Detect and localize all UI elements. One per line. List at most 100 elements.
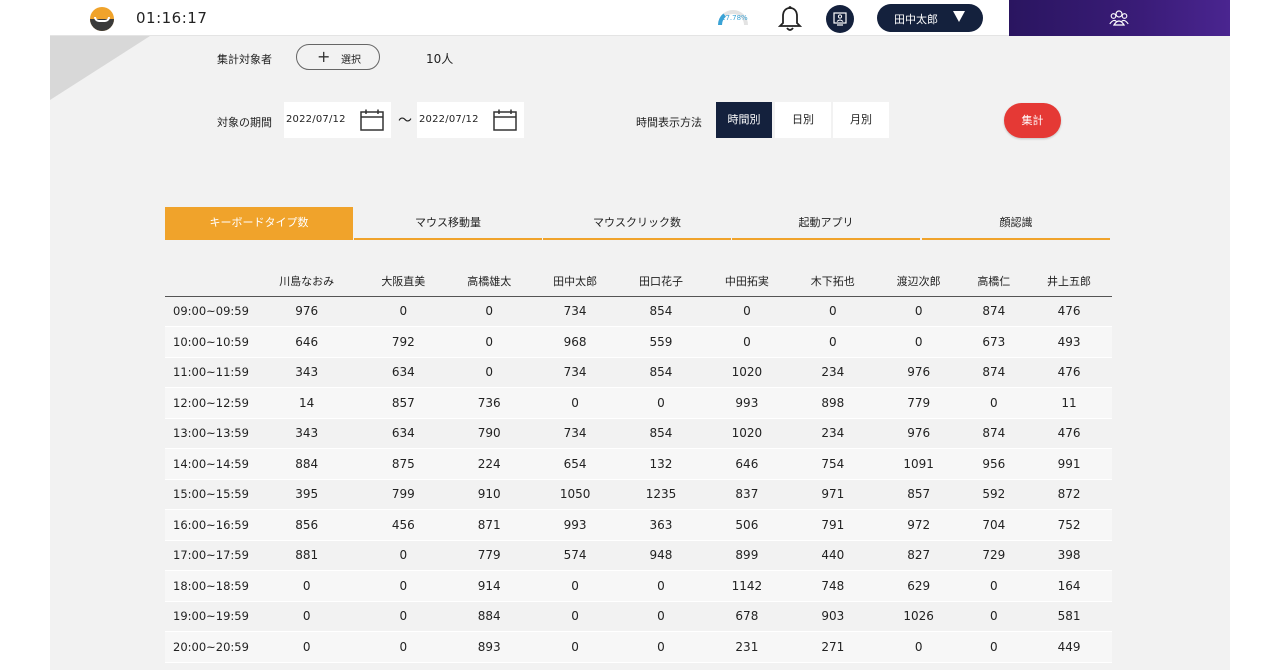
value-cell: 0 [789, 296, 876, 327]
value-cell: 0 [618, 570, 704, 602]
time-slot-cell: 20:00~20:59 [165, 631, 253, 663]
value-cell: 910 [446, 479, 533, 510]
value-cell: 729 [961, 540, 1027, 571]
bell-icon[interactable] [778, 5, 802, 33]
time-slot-cell: 17:00~17:59 [165, 540, 253, 571]
value-cell: 559 [618, 326, 704, 358]
value-cell: 0 [532, 631, 619, 663]
time-slot-cell: 13:00~13:59 [165, 418, 253, 449]
mode-hourly-button[interactable]: 時間別 [716, 102, 772, 138]
value-cell: 0 [875, 296, 962, 327]
value-cell: 0 [618, 601, 704, 632]
value-cell: 854 [618, 418, 704, 449]
value-cell: 704 [961, 509, 1027, 541]
target-label: 集計対象者 [217, 53, 272, 66]
table-row: 17:00~17:59 881 0 779 574 948 899 440 827 729 398 [165, 540, 1112, 571]
value-cell: 0 [961, 570, 1027, 602]
value-cell: 898 [789, 387, 876, 419]
value-cell: 363 [618, 509, 704, 541]
tab-keyboard[interactable]: キーボードタイプ数 [165, 207, 353, 240]
table-header-cell: 田中太郎 [532, 266, 619, 297]
data-table: 川島なおみ 大阪直美 高橋雄太 田中太郎 田口花子 中田拓実 木下拓也 渡辺次郎 高橋仁 井上五郎… [165, 266, 1112, 663]
value-cell: 224 [446, 448, 533, 480]
select-label: 選択 [341, 55, 361, 66]
value-cell: 673 [961, 326, 1027, 358]
value-cell: 1142 [703, 570, 790, 602]
value-cell: 881 [253, 540, 361, 571]
value-cell: 752 [1026, 509, 1112, 541]
team-icon [1109, 10, 1129, 26]
value-cell: 0 [532, 570, 619, 602]
tab-face-recognition[interactable]: 顔認識 [922, 207, 1110, 240]
value-cell: 948 [618, 540, 704, 571]
time-slot-cell: 12:00~12:59 [165, 387, 253, 419]
value-cell: 0 [253, 570, 361, 602]
value-cell: 748 [789, 570, 876, 602]
value-cell: 0 [618, 631, 704, 663]
aggregate-button[interactable]: 集計 [1004, 103, 1061, 138]
value-cell: 476 [1026, 296, 1112, 327]
value-cell: 884 [253, 448, 361, 480]
tab-mouse-click[interactable]: マウスクリック数 [543, 207, 731, 240]
tab-apps[interactable]: 起動アプリ [732, 207, 920, 240]
app-logo-icon [90, 7, 114, 31]
monitor-button[interactable] [826, 5, 854, 33]
value-cell: 646 [703, 448, 790, 480]
user-menu-button[interactable]: 田中太郎 [877, 4, 983, 32]
table-body: 09:00~09:59 976 0 0 734 854 0 0 0 874 476 10:00~10:… [165, 296, 1112, 663]
team-panel[interactable] [1009, 0, 1230, 36]
table-header-cell: 高橋仁 [961, 266, 1027, 297]
value-cell: 874 [961, 418, 1027, 449]
metric-tabs: キーボードタイプ数 マウス移動量 マウスクリック数 起動アプリ 顔認識 [165, 207, 1111, 240]
date-to-field[interactable]: 2022/07/12 [417, 102, 524, 138]
mode-monthly-button[interactable]: 月別 [833, 102, 889, 138]
value-cell: 234 [789, 418, 876, 449]
target-count: 10人 [426, 52, 454, 66]
value-cell: 164 [1026, 570, 1112, 602]
value-cell: 968 [532, 326, 619, 358]
value-cell: 1050 [532, 479, 619, 510]
value-cell: 0 [360, 631, 447, 663]
table-header-cell: 渡辺次郎 [875, 266, 962, 297]
select-users-button[interactable]: + 選択 [296, 44, 380, 70]
value-cell: 1020 [703, 357, 790, 388]
value-cell: 0 [360, 296, 447, 327]
time-slot-cell: 10:00~10:59 [165, 326, 253, 358]
calendar-icon[interactable] [360, 109, 384, 131]
value-cell: 0 [875, 326, 962, 358]
value-cell: 871 [446, 509, 533, 541]
value-cell: 0 [360, 570, 447, 602]
value-cell: 899 [703, 540, 790, 571]
value-cell: 0 [961, 387, 1027, 419]
display-mode-label: 時間表示方法 [636, 116, 702, 129]
calendar-icon[interactable] [493, 109, 517, 131]
value-cell: 872 [1026, 479, 1112, 510]
date-to-value: 2022/07/12 [419, 114, 479, 125]
date-from-value: 2022/07/12 [286, 114, 346, 125]
table-row: 09:00~09:59 976 0 0 734 854 0 0 0 874 476 [165, 296, 1112, 327]
user-name: 田中太郎 [894, 13, 938, 26]
value-cell: 581 [1026, 601, 1112, 632]
value-cell: 0 [253, 631, 361, 663]
table-row: 13:00~13:59 343 634 790 734 854 1020 234 976 874 4… [165, 418, 1112, 449]
value-cell: 779 [875, 387, 962, 419]
value-cell: 271 [789, 631, 876, 663]
value-cell: 0 [875, 631, 962, 663]
value-cell: 734 [532, 357, 619, 388]
time-slot-cell: 09:00~09:59 [165, 296, 253, 327]
table-row: 14:00~14:59 884 875 224 654 132 646 754 1091 956 9… [165, 448, 1112, 480]
value-cell: 678 [703, 601, 790, 632]
value-cell: 506 [703, 509, 790, 541]
table-header-cell: 井上五郎 [1026, 266, 1112, 297]
value-cell: 857 [360, 387, 447, 419]
value-cell: 792 [360, 326, 447, 358]
value-cell: 837 [703, 479, 790, 510]
table-header-cell: 中田拓実 [703, 266, 790, 297]
date-from-field[interactable]: 2022/07/12 [284, 102, 391, 138]
value-cell: 634 [360, 418, 447, 449]
main-frame: 集計対象者 + 選択 10人 対象の期間 2022/07/12 ～ 2022/0… [50, 0, 1230, 670]
mode-daily-button[interactable]: 日別 [775, 102, 831, 138]
value-cell: 592 [961, 479, 1027, 510]
tab-mouse-move[interactable]: マウス移動量 [354, 207, 542, 240]
value-cell: 993 [703, 387, 790, 419]
